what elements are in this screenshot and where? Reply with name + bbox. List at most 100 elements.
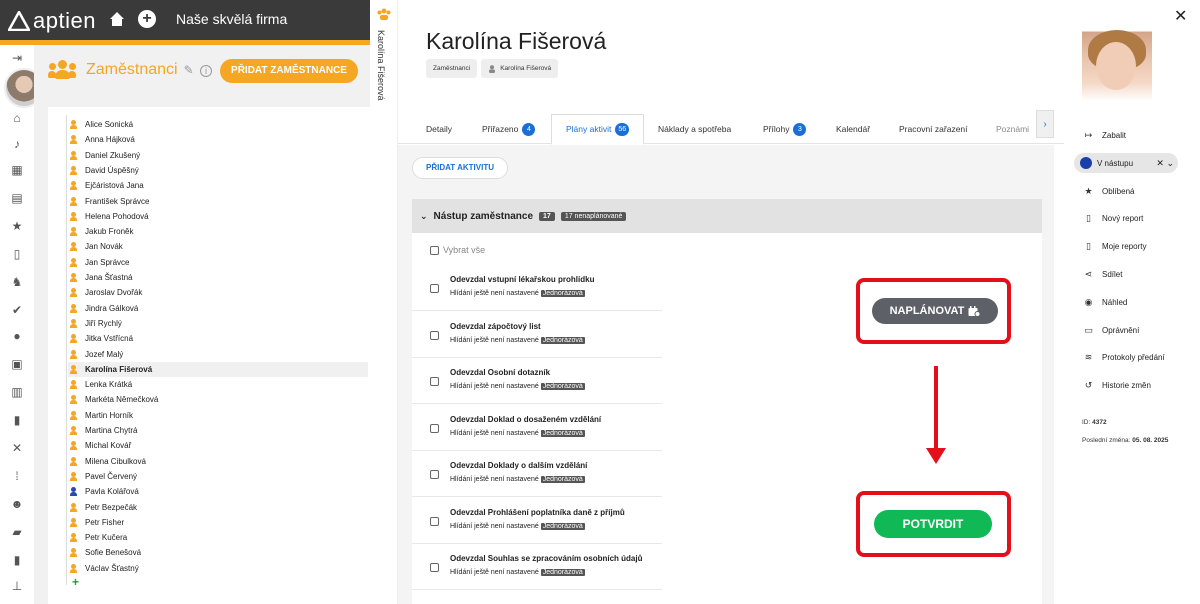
close-icon[interactable]: ✕: [1174, 6, 1187, 26]
add-icon[interactable]: +: [138, 10, 156, 28]
tab-costs[interactable]: Náklady a spotřeba: [658, 114, 731, 144]
company-name[interactable]: Naše skvělá firma: [176, 11, 287, 27]
tab-details[interactable]: Detaily: [426, 114, 452, 144]
employee-list-item[interactable]: Lenka Krátká: [70, 377, 132, 392]
action-new-report[interactable]: ▯ Nový report: [1084, 214, 1143, 224]
activity-row[interactable]: Odevzdal Souhlas se zpracováním osobních…: [412, 544, 662, 590]
employee-list-item[interactable]: Anna Hájková: [70, 132, 135, 147]
library-icon[interactable]: ▮: [10, 413, 24, 427]
employee-list-item[interactable]: Pavel Červený: [70, 469, 137, 484]
tools-icon[interactable]: ✕: [10, 441, 24, 455]
employee-list-item[interactable]: Ejčáristová Jana: [70, 178, 144, 193]
grid-icon[interactable]: ⁞: [10, 469, 24, 483]
employee-list-item[interactable]: Jitka Vstřícná: [70, 331, 133, 346]
trash-icon[interactable]: ▥: [10, 385, 24, 399]
employee-list-item[interactable]: Jindra Gálková: [70, 301, 138, 316]
person-icon[interactable]: ●: [10, 329, 24, 343]
employee-list-item[interactable]: Michal Kovář: [70, 438, 131, 453]
action-history[interactable]: ↺ Historie změn: [1084, 381, 1151, 391]
person-list-icon[interactable]: ▣: [10, 357, 24, 371]
tabs-next-button[interactable]: ›: [1036, 110, 1054, 138]
activity-row[interactable]: Odevzdal Doklad o dosaženém vzdělání Hlíd…: [412, 405, 662, 451]
employee-list-item[interactable]: Václav Šťastný: [70, 561, 139, 576]
team-icon[interactable]: ☻: [10, 497, 24, 511]
activity-checkbox[interactable]: [430, 516, 439, 526]
edit-pencil-icon[interactable]: ✎: [184, 63, 194, 77]
section-header[interactable]: ⌄ Nástup zaměstnance 17 17 nenaplánované: [412, 199, 1042, 233]
plan-button[interactable]: NAPLÁNOVAT: [872, 298, 998, 324]
star-icon[interactable]: ★: [10, 219, 24, 233]
action-favorites[interactable]: ★ Oblíbená: [1084, 187, 1134, 197]
document-icon[interactable]: ▯: [10, 247, 24, 261]
clipboard-icon[interactable]: ▤: [10, 191, 24, 205]
clear-status-icon[interactable]: ✕ ⌄: [1156, 158, 1174, 169]
calendar-icon[interactable]: ▦: [10, 163, 24, 177]
employee-list-item[interactable]: David Úspěšný: [70, 163, 139, 178]
activity-row[interactable]: Odevzdal Prohlášení poplatníka daně z př…: [412, 498, 662, 544]
tab-notes[interactable]: Poznámi: [996, 114, 1029, 144]
bell-icon[interactable]: ♪: [10, 137, 24, 151]
chevron-down-icon[interactable]: ⌄: [420, 211, 428, 222]
home-nav-icon[interactable]: ⌂: [10, 111, 24, 125]
add-activity-button[interactable]: PŘIDAT AKTIVITU: [412, 157, 508, 179]
check-circle-icon[interactable]: ✔: [10, 303, 24, 317]
action-my-reports[interactable]: ▯ Moje reporty: [1084, 242, 1146, 252]
app-logo[interactable]: aptien: [8, 8, 96, 34]
add-employee-button[interactable]: PŘIDAT ZAMĚSTNANCE: [220, 59, 358, 83]
add-item-icon[interactable]: +: [72, 575, 79, 589]
employee-list-item[interactable]: Alice Sonická: [70, 117, 133, 132]
employee-list-item[interactable]: Jana Šťastná: [70, 270, 132, 285]
activity-row[interactable]: Odevzdal Doklady o dalším vzdělání Hlídán…: [412, 451, 662, 497]
vertical-tab[interactable]: Karolína Fišerová: [370, 0, 398, 604]
breadcrumb-item[interactable]: Karolína Fišerová: [481, 59, 559, 78]
activity-checkbox[interactable]: [430, 563, 439, 572]
breadcrumb-item[interactable]: Zaměstnanci: [426, 59, 478, 78]
employee-list-item[interactable]: Jan Novák: [70, 239, 123, 254]
activity-row[interactable]: Odevzdal Osobní dotazník Hlídání ještě ne…: [412, 358, 662, 404]
activity-row[interactable]: Odevzdal zápočtový list Hlídání ještě nen…: [412, 312, 662, 358]
employee-list-item[interactable]: František Správce: [70, 194, 149, 209]
select-all-checkbox[interactable]: [430, 245, 439, 255]
employee-list-item[interactable]: Jozef Malý: [70, 347, 123, 362]
select-all[interactable]: Vybrat vše: [430, 245, 485, 255]
tab-work-position[interactable]: Pracovní zařazení: [899, 114, 968, 144]
activity-row[interactable]: Odevzdal vstupní lékařskou prohlídku Hlíd…: [412, 265, 662, 311]
employee-list-item[interactable]: Petr Kučera: [70, 530, 127, 545]
tab-assigned[interactable]: Přiřazeno 4: [482, 114, 536, 144]
confirm-button[interactable]: POTVRDIT: [874, 510, 992, 538]
action-handover-protocols[interactable]: ≋ Protokoly předání: [1084, 353, 1165, 363]
org-chart-icon[interactable]: ⊥: [10, 579, 24, 593]
employee-list-item[interactable]: Jan Správce: [70, 255, 129, 270]
handshake-icon[interactable]: ▰: [10, 525, 24, 539]
employee-list-item[interactable]: Petr Bezpečák: [70, 500, 137, 515]
tab-activity-plans[interactable]: Plány aktivit 56: [551, 114, 645, 145]
employee-list-item[interactable]: Petr Fisher: [70, 515, 124, 530]
action-preview[interactable]: ◉ Náhled: [1084, 298, 1128, 308]
action-permissions[interactable]: ▭ Oprávnění: [1084, 326, 1139, 336]
status-select[interactable]: V nástupu ✕ ⌄: [1074, 153, 1178, 173]
books-icon[interactable]: ▮: [10, 553, 24, 567]
tab-attachments[interactable]: Přílohy 3: [763, 114, 807, 144]
action-share[interactable]: ⋖ Sdílet: [1084, 270, 1123, 280]
activity-checkbox[interactable]: [430, 330, 439, 340]
employee-list-item[interactable]: Helena Pohodová: [70, 209, 149, 224]
employee-list-item[interactable]: Martin Horník: [70, 408, 133, 423]
employee-list-item[interactable]: Sofie Benešová: [70, 545, 141, 560]
collapse-button[interactable]: ↦ Zabalit: [1084, 131, 1126, 141]
info-icon[interactable]: i: [200, 65, 212, 77]
activity-checkbox[interactable]: [430, 284, 439, 293]
dog-icon[interactable]: ♞: [10, 275, 24, 289]
employee-list-item[interactable]: Milena Cibulková: [70, 454, 146, 469]
activity-checkbox[interactable]: [430, 470, 439, 479]
employee-list-item[interactable]: Martina Chytrá: [70, 423, 137, 438]
employee-list-item[interactable]: Jiří Rychlý: [70, 316, 122, 331]
employee-list-item[interactable]: Markéta Němečková: [70, 392, 158, 407]
employee-list-item[interactable]: Karolína Fišerová: [68, 361, 368, 377]
employee-list-item[interactable]: Jaroslav Dvořák: [70, 285, 142, 300]
employee-list-item[interactable]: Jakub Froněk: [70, 224, 133, 239]
employee-list-item[interactable]: Pavla Kolářová: [70, 484, 139, 499]
activity-checkbox[interactable]: [430, 377, 439, 386]
logout-icon[interactable]: ⇥: [10, 51, 24, 65]
home-icon[interactable]: [108, 10, 126, 28]
tab-calendar[interactable]: Kalendář: [836, 114, 870, 144]
